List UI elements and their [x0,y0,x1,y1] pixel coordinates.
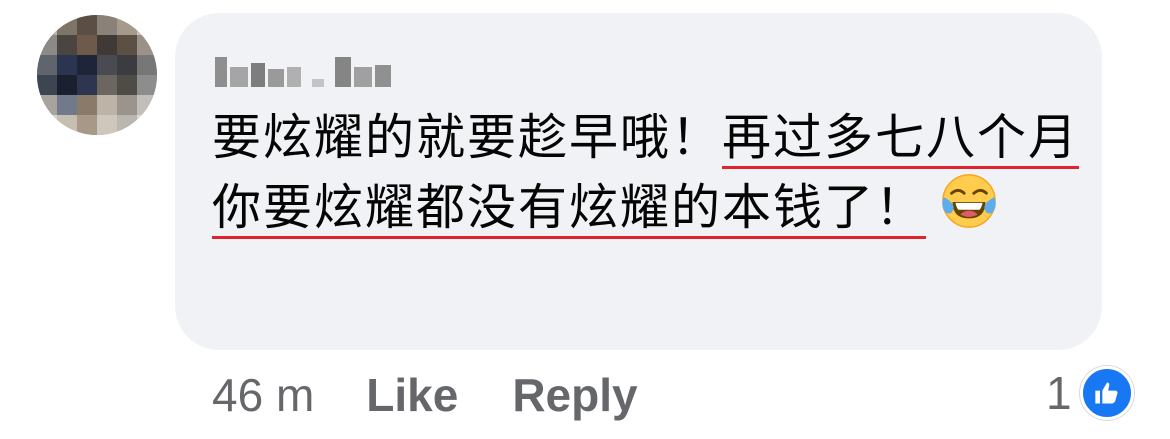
reaction-summary[interactable]: 1 [1046,366,1134,420]
reply-button[interactable]: Reply [512,368,637,422]
comment-bubble: 要炫耀的就要趁早哦！再过多七八个月你要炫耀都没有炫耀的本钱了！ [175,13,1102,350]
like-button[interactable]: Like [366,368,458,422]
reaction-count: 1 [1046,367,1072,419]
comment-text: 要炫耀的就要趁早哦！再过多七八个月你要炫耀都没有炫耀的本钱了！ [212,103,1092,242]
avatar[interactable] [37,15,157,135]
timestamp[interactable]: 46 m [212,368,314,422]
comment-text-start: 要炫耀的就要趁早哦！ [212,109,723,166]
face-with-tears-of-joy-icon [942,174,996,228]
comment-actions: 46 m Like Reply [212,368,638,422]
author-name-redacted[interactable] [215,49,391,87]
like-icon [1079,366,1134,420]
